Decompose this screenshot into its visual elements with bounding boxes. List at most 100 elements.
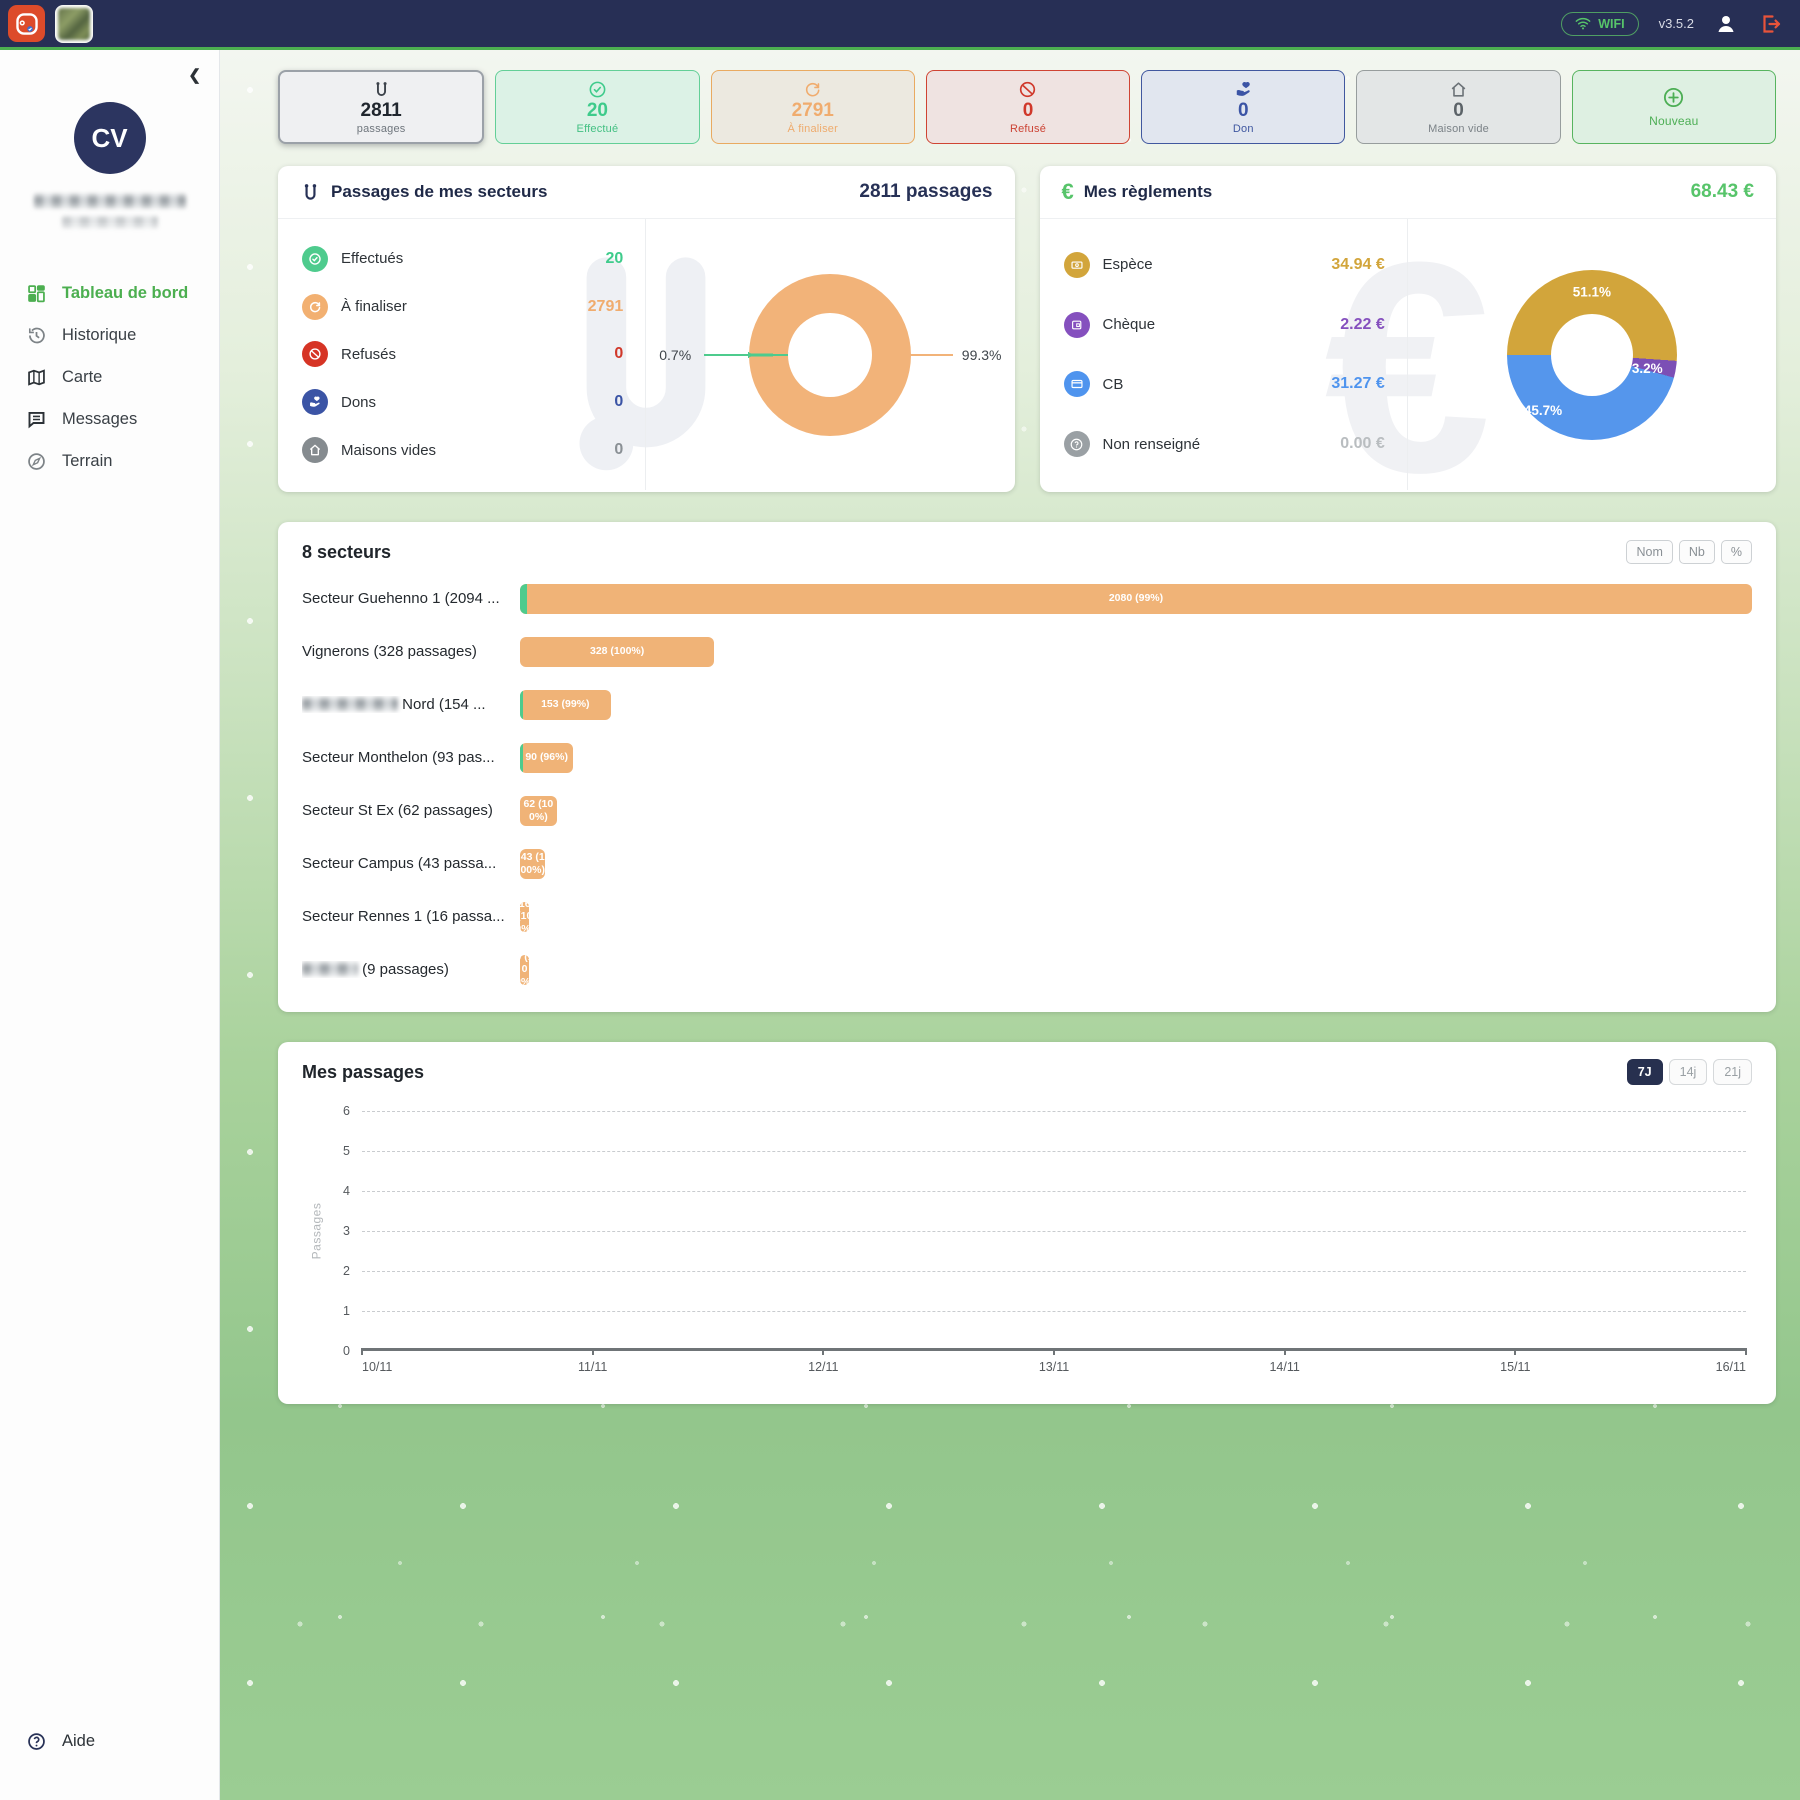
sector-bar[interactable]: 9 (100%)	[520, 955, 529, 985]
sidebar-item-historique[interactable]: Historique	[0, 314, 219, 356]
app-logo[interactable]	[8, 5, 45, 42]
logout-button[interactable]	[1758, 12, 1782, 36]
sector-row: Secteur Campus (43 passa...43 (100%)	[302, 837, 1752, 890]
workspace-thumbnail[interactable]	[55, 5, 93, 43]
sector-label: Secteur Guehenno 1 (2094 ...	[302, 590, 520, 607]
grid-line	[362, 1271, 1746, 1272]
home-icon	[302, 437, 328, 463]
sector-row: (9 passages)9 (100%)	[302, 943, 1752, 996]
row-value: 2.22 €	[1340, 316, 1384, 334]
plus-circle-icon	[1662, 86, 1685, 109]
row-label: CB	[1103, 376, 1124, 393]
profile-block: CV	[0, 102, 219, 228]
row-value: 31.27 €	[1331, 375, 1384, 393]
sort-by-name-button[interactable]: Nom	[1626, 540, 1672, 564]
stat-card-maison-vide[interactable]: 0 Maison vide	[1356, 70, 1560, 144]
slice-label: 51.1%	[1573, 284, 1611, 299]
sidebar-item-aide[interactable]: Aide	[0, 1720, 95, 1762]
sector-bar-value-label: 2080 (99%)	[1109, 592, 1163, 604]
x-tick-label: 13/11	[1039, 1360, 1069, 1374]
stat-value: 0	[1453, 100, 1464, 122]
map-icon	[25, 366, 47, 388]
sector-label: Secteur Monthelon (93 pas...	[302, 749, 520, 766]
list-item: Refusés 0	[302, 341, 623, 367]
line-chart: Passages 012345610/1111/1112/1113/1114/1…	[362, 1111, 1746, 1351]
sector-bar-zone: 90 (96%)	[520, 743, 1752, 773]
passages-donut[interactable]	[749, 274, 911, 436]
sector-bar-effectues-segment	[520, 584, 527, 614]
wifi-status-badge: WIFI	[1561, 12, 1638, 36]
sector-bar-value-label: 43 (100%)	[520, 851, 545, 875]
grid-line	[362, 1231, 1746, 1232]
sector-bar-effectues-segment	[520, 690, 523, 720]
y-tick-label: 1	[343, 1304, 350, 1318]
sector-bar[interactable]: 2080 (99%)	[520, 584, 1752, 614]
sort-buttons: Nom Nb %	[1626, 540, 1752, 564]
passages-total: 2811 passages	[859, 181, 992, 203]
sidebar-item-label: Messages	[62, 410, 137, 429]
check-circle-icon	[302, 246, 328, 272]
sidebar-item-tableau-de-bord[interactable]: Tableau de bord	[0, 272, 219, 314]
sector-bar-value-label: 153 (99%)	[541, 698, 589, 710]
stat-card-passages[interactable]: 2811 passages	[278, 70, 484, 144]
sector-bar-value-label: 328 (100%)	[590, 645, 644, 657]
list-item: Chèque 2.22 €	[1064, 312, 1385, 338]
x-tick-label: 14/11	[1269, 1360, 1299, 1374]
stat-label: Refusé	[1010, 123, 1046, 135]
x-tick-mark	[1514, 1348, 1516, 1355]
range-14j-button[interactable]: 14j	[1669, 1059, 1708, 1085]
row-value: 34.94 €	[1331, 256, 1384, 274]
sector-bar-value-label: 90 (96%)	[525, 751, 568, 763]
passages-donut-zone: 0.7% 99.3%	[646, 219, 1014, 490]
sidebar: ❮ CV Tableau de bord	[0, 50, 220, 1800]
sector-row: Vignerons (328 passages)328 (100%)	[302, 625, 1752, 678]
row-value: 2791	[588, 298, 624, 316]
stat-card-refuse[interactable]: 0 Refusé	[926, 70, 1130, 144]
sector-bar[interactable]: 16 (100%)	[520, 902, 529, 932]
x-tick-mark	[1284, 1348, 1286, 1355]
row-value: 0.00 €	[1340, 435, 1384, 453]
route-icon	[372, 80, 391, 99]
sector-bar[interactable]: 153 (99%)	[520, 690, 611, 720]
stat-card-effectue[interactable]: 20 Effectué	[495, 70, 699, 144]
sector-bar-zone: 43 (100%)	[520, 849, 1752, 879]
stat-label: Nouveau	[1649, 114, 1698, 128]
donation-hand-heart-icon	[1234, 80, 1253, 99]
range-21j-button[interactable]: 21j	[1713, 1059, 1752, 1085]
route-logo-icon	[14, 11, 40, 37]
x-tick-label: 15/11	[1500, 1360, 1530, 1374]
list-item: Effectués 20	[302, 246, 623, 272]
sidebar-collapse-button[interactable]: ❮	[188, 66, 201, 84]
stat-value: 0	[1023, 100, 1034, 122]
donut-label: 0.7%	[659, 347, 691, 363]
sectors-card: 8 secteurs Nom Nb % Secteur Guehenno 1 (…	[278, 522, 1776, 1012]
stat-card-a-finaliser[interactable]: 2791 À finaliser	[711, 70, 915, 144]
sort-by-count-button[interactable]: Nb	[1679, 540, 1715, 564]
sector-row: Nord (154 ...153 (99%)	[302, 678, 1752, 731]
sector-bar[interactable]: 328 (100%)	[520, 637, 714, 667]
sidebar-item-label: Historique	[62, 326, 136, 345]
sort-by-percent-button[interactable]: %	[1721, 540, 1752, 564]
x-tick-mark	[822, 1348, 824, 1355]
sidebar-item-messages[interactable]: Messages	[0, 398, 219, 440]
sector-rows: Secteur Guehenno 1 (2094 ... 2080 (99%) Vi…	[278, 568, 1776, 1010]
row-value: 20	[605, 250, 623, 268]
x-tick-label: 11/11	[578, 1360, 607, 1374]
stat-card-nouveau[interactable]: Nouveau	[1572, 70, 1776, 144]
stat-card-don[interactable]: 0 Don	[1141, 70, 1345, 144]
sidebar-item-label: Aide	[62, 1732, 95, 1751]
cheque-icon	[1064, 312, 1090, 338]
sidebar-item-carte[interactable]: Carte	[0, 356, 219, 398]
sector-bar[interactable]: 90 (96%)	[520, 743, 573, 773]
sector-bar[interactable]: 43 (100%)	[520, 849, 545, 879]
user-account-button[interactable]	[1714, 12, 1738, 36]
wifi-icon	[1575, 17, 1591, 30]
avatar[interactable]: CV	[74, 102, 146, 174]
sidebar-item-terrain[interactable]: Terrain	[0, 440, 219, 482]
plot-area: 012345610/1111/1112/1113/1114/1115/1116/…	[362, 1111, 1746, 1351]
credit-card-icon	[1064, 371, 1090, 397]
range-7j-button[interactable]: 7J	[1627, 1059, 1663, 1085]
row-value: 0	[614, 393, 623, 411]
sector-bar[interactable]: 62 (100%)	[520, 796, 557, 826]
row-value: 0	[614, 441, 623, 459]
